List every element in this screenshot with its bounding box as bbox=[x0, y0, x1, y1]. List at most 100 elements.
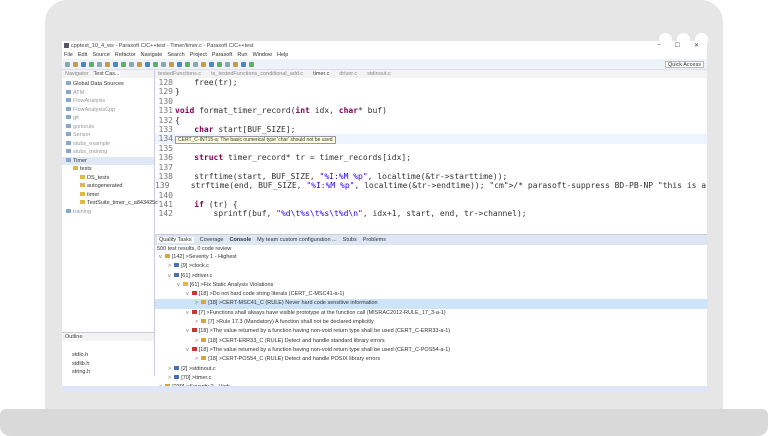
expand-toggle-icon[interactable]: v bbox=[186, 347, 189, 353]
task-row[interactable]: > [18] >CERT-ERR33_C (RULE) Detect and ha… bbox=[155, 337, 707, 346]
menu-search[interactable]: Search bbox=[167, 52, 184, 58]
code-line[interactable]: 132{ bbox=[155, 116, 707, 125]
code-line[interactable]: 131 void format_timer_record(int idx, cha… bbox=[155, 106, 707, 115]
tab-console[interactable]: Console bbox=[229, 237, 251, 243]
toolbar-button-icon[interactable] bbox=[185, 61, 190, 67]
task-row[interactable]: v [142] >Severity 1 - Highest bbox=[155, 253, 707, 262]
menu-file[interactable]: File bbox=[64, 52, 73, 58]
expand-toggle-icon[interactable]: > bbox=[168, 375, 171, 381]
toolbar-button-icon[interactable] bbox=[225, 61, 230, 67]
task-row[interactable]: > [2] >stdinout.c bbox=[155, 365, 707, 374]
close-button[interactable]: ✕ bbox=[694, 42, 699, 49]
expand-toggle-icon[interactable]: > bbox=[195, 338, 198, 344]
task-row[interactable]: v [18] >The value returned by a function … bbox=[155, 346, 707, 355]
menu-parasoft[interactable]: Parasoft bbox=[212, 52, 232, 58]
toolbar-button-icon[interactable] bbox=[113, 61, 118, 67]
toolbar-button-icon[interactable] bbox=[137, 61, 142, 67]
outline-item[interactable]: string.h bbox=[62, 368, 154, 377]
code-line[interactable]: 128 free(tr); bbox=[155, 78, 707, 87]
toolbar-button-icon[interactable] bbox=[97, 61, 102, 67]
quick-access-input[interactable]: Quick Access bbox=[664, 60, 704, 68]
expand-toggle-icon[interactable]: > bbox=[195, 319, 198, 325]
toolbar-button-icon[interactable] bbox=[241, 61, 246, 67]
expand-toggle-icon[interactable]: v bbox=[168, 273, 171, 279]
expand-toggle-icon[interactable]: v bbox=[159, 254, 162, 260]
code-editor[interactable]: testedFunctions.c ts_testedFunctions_cond… bbox=[155, 70, 707, 231]
outline-item[interactable]: stdio.h bbox=[62, 351, 154, 360]
toolbar-button-icon[interactable] bbox=[201, 61, 206, 67]
tree-item[interactable]: Timer bbox=[62, 156, 154, 165]
tree-item[interactable]: training bbox=[62, 208, 154, 217]
maximize-button[interactable]: ☐ bbox=[675, 42, 680, 49]
editor-tab[interactable]: timer.c bbox=[313, 71, 330, 77]
menu-window[interactable]: Window bbox=[252, 52, 272, 58]
toolbar-button-icon[interactable] bbox=[105, 61, 110, 67]
toolbar-button-icon[interactable] bbox=[193, 61, 198, 67]
expand-toggle-icon[interactable]: > bbox=[168, 263, 171, 269]
code-line[interactable]: 141 if (tr) { bbox=[155, 200, 707, 209]
tree-item[interactable]: stubs_example bbox=[62, 140, 154, 149]
task-row[interactable]: v [18] >Do not hard code string literals … bbox=[155, 290, 707, 299]
tree-item[interactable]: autogenerated bbox=[62, 182, 154, 191]
expand-toggle-icon[interactable]: v bbox=[186, 291, 189, 297]
toolbar-button-icon[interactable] bbox=[169, 61, 174, 67]
expand-toggle-icon[interactable]: v bbox=[186, 310, 189, 316]
toolbar-button-icon[interactable] bbox=[145, 61, 150, 67]
menu-navigate[interactable]: Navigate bbox=[141, 52, 163, 58]
tab-outline[interactable]: Outline bbox=[65, 334, 83, 340]
editor-tab[interactable]: ts_testedFunctions_conditional_add.c bbox=[211, 71, 303, 77]
expand-toggle-icon[interactable]: > bbox=[168, 366, 171, 372]
toolbar-button-icon[interactable] bbox=[233, 61, 238, 67]
task-row[interactable]: v [61] >driver.c bbox=[155, 272, 707, 281]
code-line[interactable]: 138 strftime(start, BUF_SIZE, "%I:%M %p"… bbox=[155, 172, 707, 181]
toolbar-button-icon[interactable] bbox=[249, 61, 254, 67]
tab-navigator[interactable]: Navigator bbox=[65, 71, 89, 77]
tree-item[interactable]: FlowAnalysisCpp bbox=[62, 106, 154, 115]
tree-item[interactable]: TestSuite_timer_c_a843425c bbox=[62, 199, 158, 208]
tab-coverage[interactable]: Coverage bbox=[200, 237, 224, 243]
toolbar-button-icon[interactable] bbox=[153, 61, 158, 67]
editor-tab[interactable]: driver.c bbox=[339, 71, 357, 77]
code-line[interactable]: 129} bbox=[155, 87, 707, 96]
toolbar-button-icon[interactable] bbox=[161, 61, 166, 67]
code-line[interactable]: 139 strftime(end, BUF_SIZE, "%I:%M %p", … bbox=[155, 181, 707, 190]
menu-help[interactable]: Help bbox=[277, 52, 288, 58]
code-line[interactable]: 135 bbox=[155, 144, 707, 153]
code-line[interactable]: 142 sprintf(buf, "%d\t%s\t%s\t%d\n", idx… bbox=[155, 209, 707, 218]
tree-item[interactable]: Global Data Sources bbox=[62, 80, 154, 89]
tree-item[interactable]: Sensor bbox=[62, 131, 154, 140]
editor-tab[interactable]: stdinout.c bbox=[367, 71, 391, 77]
tree-item[interactable]: ATM bbox=[62, 89, 154, 98]
outline-item[interactable]: stdlib.h bbox=[62, 360, 154, 369]
menu-refactor[interactable]: Refactor bbox=[115, 52, 136, 58]
toolbar-button-icon[interactable] bbox=[129, 61, 134, 67]
expand-toggle-icon[interactable]: v bbox=[186, 328, 189, 334]
toolbar-button-icon[interactable] bbox=[121, 61, 126, 67]
menu-edit[interactable]: Edit bbox=[78, 52, 87, 58]
toolbar-button-icon[interactable] bbox=[73, 61, 78, 67]
task-row[interactable]: v [7] >Functions shall always have visibl… bbox=[155, 309, 707, 318]
expand-toggle-icon[interactable]: > bbox=[195, 356, 198, 362]
code-line[interactable]: 133 char start[BUF_SIZE]; bbox=[155, 125, 707, 134]
menu-project[interactable]: Project bbox=[190, 52, 207, 58]
menu-run[interactable]: Run bbox=[237, 52, 247, 58]
tree-item[interactable]: gorlorule bbox=[62, 123, 154, 132]
tree-item[interactable]: tests bbox=[62, 165, 154, 174]
code-line[interactable]: 140 bbox=[155, 191, 707, 200]
task-row[interactable]: > [70] >timer.c bbox=[155, 374, 707, 383]
task-row[interactable]: > [9] >clock.c bbox=[155, 262, 707, 271]
toolbar-button-icon[interactable] bbox=[65, 61, 70, 67]
tree-item[interactable]: timer bbox=[62, 191, 154, 200]
task-row[interactable]: v [18] >The value returned by a function … bbox=[155, 327, 707, 336]
expand-toggle-icon[interactable]: > bbox=[195, 300, 198, 306]
tab-quality-tasks[interactable]: Quality Tasks bbox=[157, 237, 194, 243]
code-line[interactable]: 136 struct timer_record* tr = timer_reco… bbox=[155, 153, 707, 162]
task-row[interactable]: > [18] >CERT-POS54_C (RULE) Detect and ha… bbox=[155, 355, 707, 364]
tree-item[interactable]: git bbox=[62, 114, 154, 123]
menu-source[interactable]: Source bbox=[92, 52, 109, 58]
tab-my-team-custom-configuration[interactable]: My team custom configuration ... bbox=[257, 237, 336, 243]
toolbar-button-icon[interactable] bbox=[217, 61, 222, 67]
toolbar-button-icon[interactable] bbox=[81, 61, 86, 67]
tab-test-case-explorer[interactable]: Test Cas... bbox=[93, 71, 120, 77]
expand-toggle-icon[interactable]: v bbox=[177, 282, 180, 288]
